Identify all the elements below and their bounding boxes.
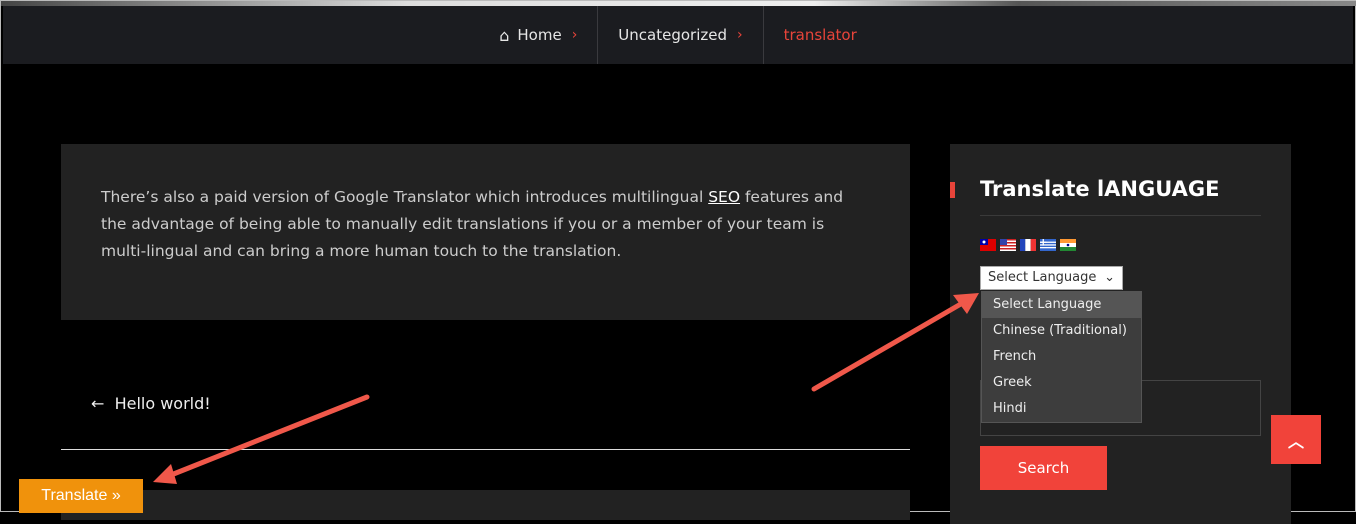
- annotation-arrow-translate: [163, 394, 370, 480]
- arrowhead: [153, 464, 177, 484]
- annotation-arrow-dropdown: [811, 298, 969, 392]
- annotation-arrows: [153, 293, 979, 484]
